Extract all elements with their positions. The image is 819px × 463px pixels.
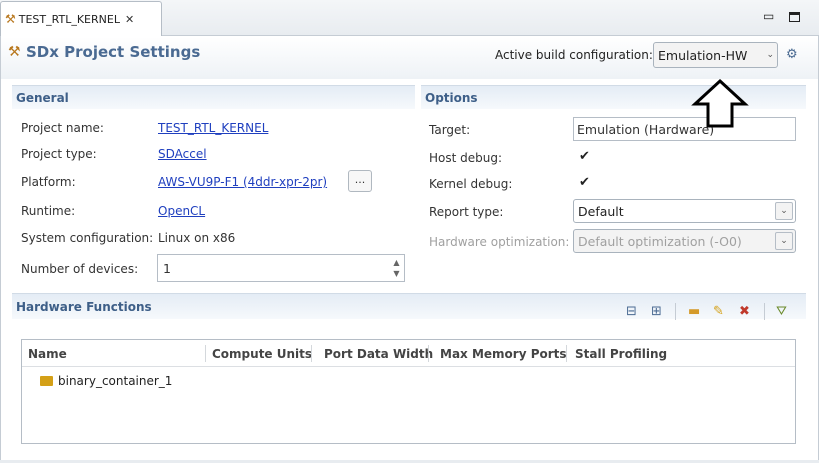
spin-up-icon[interactable]: ▲ [393,257,399,268]
build-config-select[interactable]: Emulation-HW ⌄ [653,42,778,68]
column-header-stall-profiling[interactable]: Stall Profiling [575,340,667,367]
close-icon[interactable]: ✕ [125,13,134,26]
platform-link[interactable]: AWS-VU9P-F1 (4ddr-xpr-2pr) [158,175,327,189]
project-name-label: Project name: [21,121,104,135]
project-name-link[interactable]: TEST_RTL_KERNEL [158,121,268,135]
build-config-value: Emulation-HW [658,47,748,63]
toolbar-separator [675,303,676,320]
gear-icon[interactable]: ⚙ [786,47,798,62]
column-header-compute-units[interactable]: Compute Units [212,340,312,367]
editor-tab[interactable]: ⚒ TEST_RTL_KERNEL ✕ [0,1,162,36]
chevron-down-icon: ⌄ [775,202,793,220]
column-header-port-data-width[interactable]: Port Data Width [324,340,433,367]
runtime-label: Runtime: [21,204,76,218]
hardware-optimization-value: Default optimization (-O0) [578,233,742,249]
page-title: SDx Project Settings [26,43,201,61]
chevron-down-icon: ⌄ [766,50,774,60]
delete-icon[interactable]: ✖ [739,304,750,319]
project-type-label: Project type: [21,147,97,161]
sdx-settings-icon: ⚒ [8,44,21,60]
toolbar-separator [764,303,765,320]
binary-container-icon [40,376,53,386]
column-separator [311,345,312,362]
editor-tab-title: TEST_RTL_KERNEL [18,12,120,26]
build-config-label: Active build configuration: [495,48,653,62]
target-label: Target: [429,123,471,137]
column-separator [566,345,567,362]
number-of-devices-value: 1 [163,260,171,276]
spinner-buttons[interactable]: ▲ ▼ [388,254,405,282]
system-configuration-value: Linux on x86 [158,231,236,245]
column-header-max-memory-ports[interactable]: Max Memory Ports [440,340,567,367]
column-header-name[interactable]: Name [28,340,67,367]
platform-label: Platform: [21,175,76,189]
binary-container-name: binary_container_1 [58,374,173,388]
annotation-arrow-icon [691,78,749,128]
run-icon[interactable]: ⛛ [776,304,787,319]
hardware-functions-section-header[interactable]: Hardware Functions [12,293,806,319]
system-configuration-label: System configuration: [21,231,154,245]
table-row[interactable]: binary_container_1 [40,374,172,388]
chevron-down-icon: ⌄ [775,232,793,250]
host-debug-checkbox[interactable]: ✔ [579,149,590,164]
number-of-devices-spinner[interactable]: 1 [157,254,405,282]
maximize-icon[interactable] [789,12,800,22]
runtime-link[interactable]: OpenCL [158,204,205,218]
report-type-label: Report type: [429,205,504,219]
hardware-optimization-label: Hardware optimization: [429,235,570,249]
host-debug-label: Host debug: [429,151,503,165]
kernel-debug-label: Kernel debug: [429,177,513,191]
kernel-debug-checkbox[interactable]: ✔ [579,175,590,190]
number-of-devices-label: Number of devices: [21,262,139,276]
report-type-value: Default [578,203,624,219]
general-section-header[interactable]: General [12,85,415,109]
left-border [0,36,1,463]
sdx-tools-icon: ⚒ [5,12,16,26]
add-binary-container-icon[interactable]: ▬ [688,304,700,319]
hardware-optimization-select: Default optimization (-O0) ⌄ [573,229,796,253]
target-field[interactable]: Emulation (Hardware) [573,117,796,141]
project-type-link[interactable]: SDAccel [158,147,207,161]
spin-down-icon[interactable]: ▼ [393,268,399,279]
add-function-icon[interactable]: ✎ [713,304,724,319]
report-type-select[interactable]: Default ⌄ [573,199,796,223]
minimize-icon[interactable]: ▭ [763,9,774,23]
collapse-all-icon[interactable]: ⊟ [626,304,637,319]
column-separator [205,345,206,362]
expand-all-icon[interactable]: ⊞ [651,304,662,319]
platform-browse-button[interactable]: ... [348,170,372,192]
column-separator [428,345,429,362]
